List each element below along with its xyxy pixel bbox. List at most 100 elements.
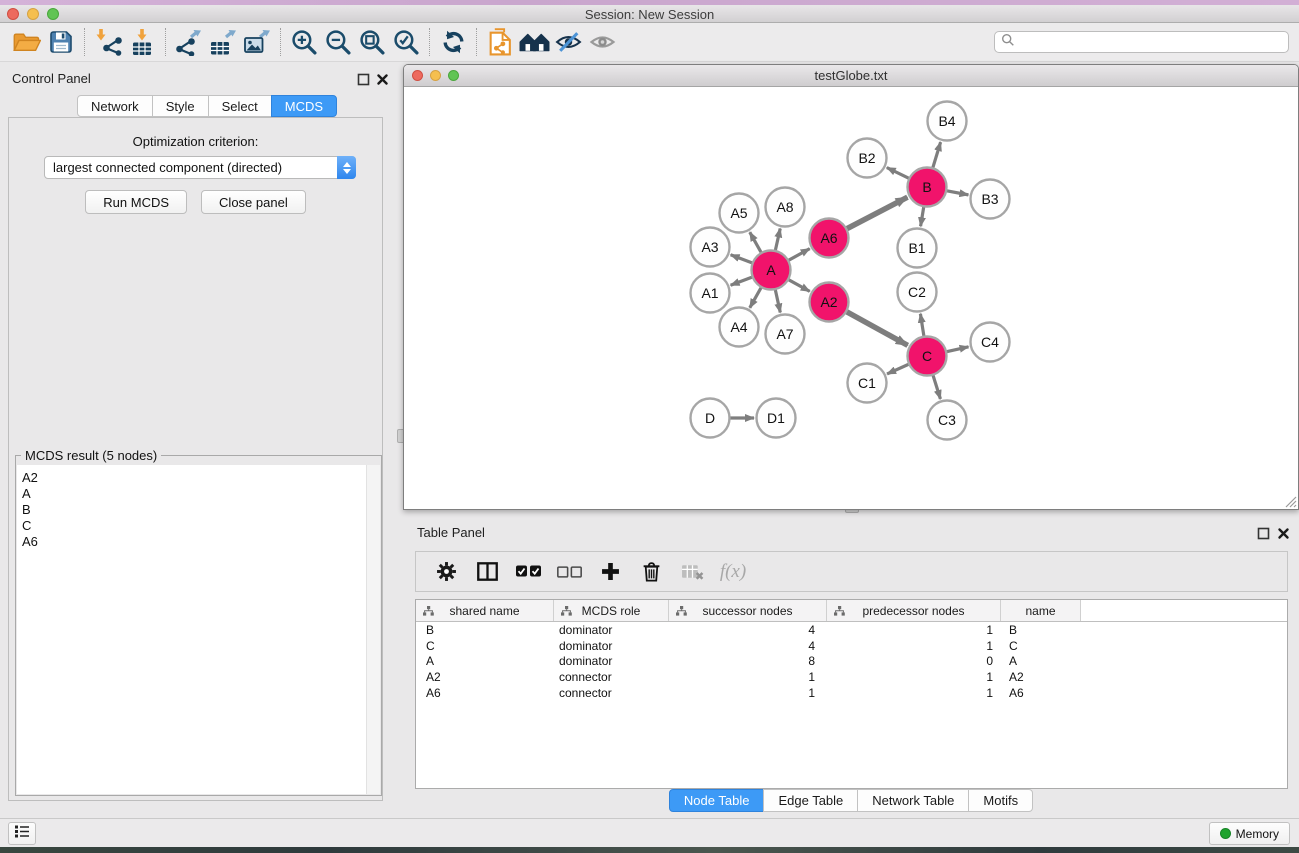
graph-node-A3[interactable]: A3 xyxy=(691,228,730,267)
graph-node-A1[interactable]: A1 xyxy=(691,274,730,313)
table-settings-icon[interactable] xyxy=(431,557,461,587)
table-cell[interactable]: C xyxy=(416,639,554,653)
table-cell[interactable]: A2 xyxy=(1001,670,1081,684)
memory-button[interactable]: Memory xyxy=(1209,822,1290,845)
table-cell[interactable]: A xyxy=(416,654,554,668)
tab-motifs[interactable]: Motifs xyxy=(968,789,1033,812)
edge-A-A6[interactable] xyxy=(788,249,810,261)
table-cell[interactable]: 1 xyxy=(827,686,1001,700)
graph-node-C1[interactable]: C1 xyxy=(848,364,887,403)
table-row[interactable]: Adominator80A xyxy=(416,654,1287,670)
table-cell[interactable]: C xyxy=(1001,639,1081,653)
network-from-selection-icon[interactable] xyxy=(483,26,517,58)
table-cell[interactable]: 1 xyxy=(827,623,1001,637)
edge-A-A4[interactable] xyxy=(750,287,762,308)
result-list-item[interactable]: C xyxy=(17,518,380,534)
table-cell[interactable]: 1 xyxy=(669,686,827,700)
table-cell[interactable]: dominator xyxy=(554,639,669,653)
import-table-icon[interactable] xyxy=(125,26,159,58)
edge-C-C1[interactable] xyxy=(887,364,909,374)
edge-A-A7[interactable] xyxy=(775,289,780,312)
table-cell[interactable]: A xyxy=(1001,654,1081,668)
edge-A-A5[interactable] xyxy=(750,232,762,253)
export-network-icon[interactable] xyxy=(172,26,206,58)
graph-node-B2[interactable]: B2 xyxy=(848,139,887,178)
table-cell[interactable]: B xyxy=(416,623,554,637)
show-preview-icon[interactable] xyxy=(585,26,619,58)
edge-B-B3[interactable] xyxy=(946,191,968,195)
export-table-icon[interactable] xyxy=(206,26,240,58)
close-panel-button[interactable]: Close panel xyxy=(201,190,306,214)
zoom-in-icon[interactable] xyxy=(287,26,321,58)
edge-A-A1[interactable] xyxy=(731,277,753,285)
column-header-predecessor-nodes[interactable]: predecessor nodes xyxy=(827,600,1001,621)
edge-B-B4[interactable] xyxy=(933,142,941,168)
table-cell[interactable]: dominator xyxy=(554,654,669,668)
edge-B-B1[interactable] xyxy=(921,206,924,226)
search-input[interactable] xyxy=(1015,33,1288,51)
tab-mcds[interactable]: MCDS xyxy=(271,95,337,117)
window-resize-grip[interactable] xyxy=(1283,494,1297,508)
edge-A-A8[interactable] xyxy=(775,228,780,250)
control-panel-float-icon[interactable] xyxy=(357,73,370,86)
edge-C-C3[interactable] xyxy=(933,375,941,399)
run-mcds-button[interactable]: Run MCDS xyxy=(85,190,187,214)
tab-node-table[interactable]: Node Table xyxy=(669,789,765,812)
edge-A2-C[interactable] xyxy=(846,311,908,345)
graph-node-A2[interactable]: A2 xyxy=(810,283,849,322)
graph-node-A[interactable]: A xyxy=(752,251,791,290)
table-cell[interactable]: 1 xyxy=(827,670,1001,684)
toggle-graphics-details-icon[interactable] xyxy=(551,26,585,58)
search-box[interactable] xyxy=(994,31,1289,53)
graph-node-B4[interactable]: B4 xyxy=(928,102,967,141)
select-all-rows-icon[interactable] xyxy=(513,557,543,587)
add-column-icon[interactable] xyxy=(595,557,625,587)
graph-node-D1[interactable]: D1 xyxy=(757,399,796,438)
graph-node-A7[interactable]: A7 xyxy=(766,315,805,354)
show-panels-button[interactable] xyxy=(8,822,36,845)
network-canvas[interactable]: B4B2BB3A8A5A6B1A3AC2A1A2A4A7C4CC1DD1C3 xyxy=(404,88,1298,509)
table-cell[interactable]: B xyxy=(1001,623,1081,637)
graph-node-B3[interactable]: B3 xyxy=(971,180,1010,219)
column-header-successor-nodes[interactable]: successor nodes xyxy=(669,600,827,621)
optimization-criterion-dropdown[interactable]: largest connected component (directed) xyxy=(44,156,356,179)
delete-column-icon[interactable] xyxy=(636,557,666,587)
zoom-out-icon[interactable] xyxy=(321,26,355,58)
table-row[interactable]: A2connector11A2 xyxy=(416,669,1287,685)
tab-style[interactable]: Style xyxy=(152,95,209,117)
graph-node-C4[interactable]: C4 xyxy=(971,323,1010,362)
result-list-scrollbar[interactable] xyxy=(366,465,380,794)
toggle-column-icon[interactable] xyxy=(472,557,502,587)
table-panel-close-icon[interactable] xyxy=(1277,527,1290,540)
table-cell[interactable]: A6 xyxy=(1001,686,1081,700)
column-header-shared-name[interactable]: shared name xyxy=(416,600,554,621)
table-cell[interactable]: 4 xyxy=(669,623,827,637)
graph-node-A4[interactable]: A4 xyxy=(720,308,759,347)
graph-node-D[interactable]: D xyxy=(691,399,730,438)
edge-A-A3[interactable] xyxy=(731,255,753,263)
refresh-icon[interactable] xyxy=(436,26,470,58)
deselect-all-rows-icon[interactable] xyxy=(554,557,584,587)
edge-B-B2[interactable] xyxy=(887,168,910,179)
network-window-titlebar[interactable]: testGlobe.txt xyxy=(404,65,1298,87)
edge-C-C4[interactable] xyxy=(946,347,968,352)
tab-network-table[interactable]: Network Table xyxy=(857,789,969,812)
result-list-item[interactable]: A2 xyxy=(17,470,380,486)
column-header-name[interactable]: name xyxy=(1001,600,1081,621)
open-session-icon[interactable] xyxy=(10,26,44,58)
table-cell[interactable]: connector xyxy=(554,670,669,684)
table-cell[interactable]: 0 xyxy=(827,654,1001,668)
graph-node-B1[interactable]: B1 xyxy=(898,229,937,268)
graph-node-C2[interactable]: C2 xyxy=(898,273,937,312)
table-cell[interactable]: dominator xyxy=(554,623,669,637)
export-image-icon[interactable] xyxy=(240,26,274,58)
graph-node-A5[interactable]: A5 xyxy=(720,194,759,233)
table-cell[interactable]: A6 xyxy=(416,686,554,700)
table-cell[interactable]: connector xyxy=(554,686,669,700)
result-list-item[interactable]: A6 xyxy=(17,534,380,550)
column-header-MCDS-role[interactable]: MCDS role xyxy=(554,600,669,621)
save-session-icon[interactable] xyxy=(44,26,78,58)
table-cell[interactable]: 4 xyxy=(669,639,827,653)
graph-node-B[interactable]: B xyxy=(908,168,947,207)
tab-network[interactable]: Network xyxy=(77,95,153,117)
